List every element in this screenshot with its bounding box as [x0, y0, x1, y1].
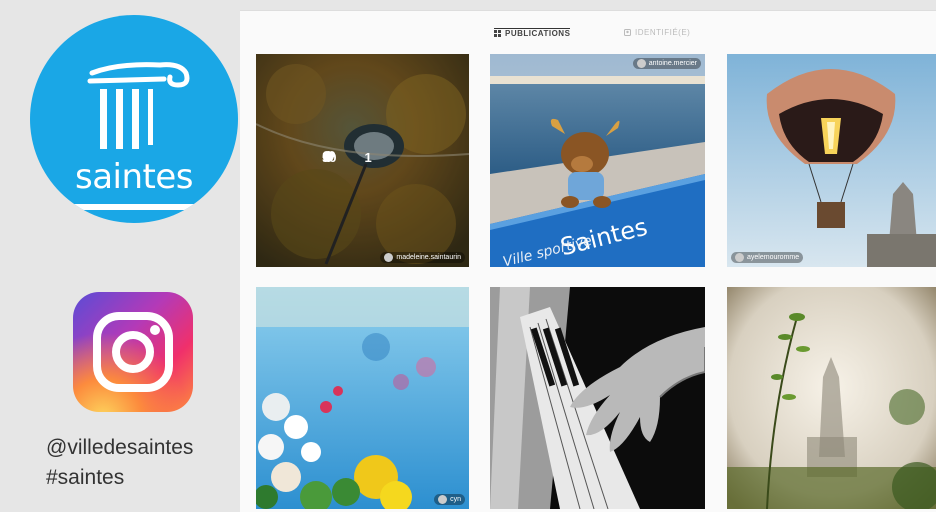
post-user[interactable]: ayelemouromme [731, 252, 804, 263]
post-tile[interactable] [490, 287, 705, 509]
post-user[interactable]: cyn [434, 494, 465, 505]
profile-tabbar: PUBLICATIONS IDENTIFIÉ(E) [240, 10, 936, 51]
post-username: cyn [450, 496, 461, 503]
avatar [735, 253, 744, 262]
post-username: ayelemouromme [747, 254, 800, 261]
post-tile[interactable]: ayelemouromme [727, 54, 936, 267]
comments-stat: 1 [322, 150, 372, 165]
tab-publications[interactable]: PUBLICATIONS [494, 28, 571, 38]
avatar [438, 495, 448, 504]
logo-wordmark: saintes [74, 157, 194, 197]
saintes-logo: saintes [30, 15, 238, 223]
comments-count: 1 [364, 150, 372, 165]
tab-label: PUBLICATIONS [505, 29, 571, 38]
grid-icon [494, 30, 501, 37]
left-panel: saintes @villedesaintes #saintes [0, 0, 240, 512]
piano-hands-photo [490, 287, 705, 509]
tag-icon [624, 29, 631, 36]
post-tile[interactable]: Saintes Ville sportive antoine.mercier [490, 54, 705, 267]
flowers-river-photo [256, 287, 469, 509]
logo-underline [72, 204, 202, 210]
instagram-hashtag: #saintes [46, 466, 125, 489]
instagram-handle: @villedesaintes [46, 436, 194, 459]
hot-air-balloon-photo [727, 54, 936, 267]
tab-label: IDENTIFIÉ(E) [635, 28, 691, 37]
post-user[interactable]: madeleine.saintaurin [380, 252, 465, 263]
tab-identifie[interactable]: IDENTIFIÉ(E) [624, 28, 690, 37]
avatar [636, 59, 646, 68]
post-tile[interactable]: cyn [256, 287, 469, 509]
post-user[interactable]: antoine.mercier [632, 58, 701, 69]
post-username: madeleine.saintaurin [396, 254, 461, 261]
comment-icon [322, 150, 334, 162]
avatar [384, 253, 394, 262]
instagram-icon[interactable] [73, 292, 193, 412]
post-tile[interactable]: 50 1 madeleine.saintaurin [256, 54, 469, 267]
instagram-feed: PUBLICATIONS IDENTIFIÉ(E) 1 madeleine.sa… [240, 10, 936, 512]
post-tile[interactable] [727, 287, 936, 509]
post-stats: 50 1 [322, 150, 372, 165]
moose-plush-photo: Saintes Ville sportive [490, 54, 705, 267]
post-username: antoine.mercier [648, 60, 697, 67]
plant-cathedral-photo [727, 287, 936, 509]
